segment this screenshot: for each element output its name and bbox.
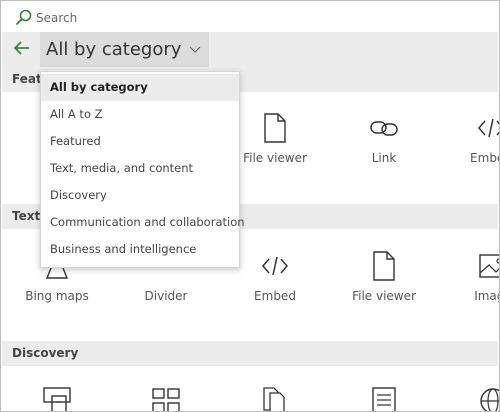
tiles-grid-icon	[152, 388, 180, 411]
embed-code-icon	[478, 118, 499, 138]
back-button[interactable]	[10, 37, 34, 61]
tile-file-viewer[interactable]: File viewer	[225, 113, 325, 165]
category-dropdown[interactable]: All by category	[40, 32, 210, 67]
tile-embed[interactable]: Embed	[225, 251, 325, 303]
toolbox-header: All by category	[2, 32, 498, 67]
dropdown-item-text-media-content[interactable]: Text, media, and content	[41, 155, 239, 182]
tile-news[interactable]	[443, 386, 499, 411]
highlighted-content-icon	[43, 387, 71, 411]
embed-code-icon	[262, 256, 288, 276]
tile-label: Image	[474, 289, 499, 303]
chevron-down-icon	[189, 44, 201, 56]
tile-embed[interactable]: Embed	[441, 113, 499, 165]
tile-label: File viewer	[243, 151, 307, 165]
tile-link[interactable]: Link	[334, 113, 434, 165]
tile-label: Divider	[144, 289, 188, 303]
dropdown-item-communication-collaboration[interactable]: Communication and collaboration	[41, 209, 245, 236]
link-icon	[370, 121, 398, 136]
tile-label: Bing maps	[25, 289, 89, 303]
search-icon	[14, 8, 34, 28]
tile-label: Embed	[470, 151, 499, 165]
tile-file-viewer[interactable]: File viewer	[334, 251, 434, 303]
section-title-discovery: Discovery	[12, 346, 79, 360]
document-icon	[373, 251, 395, 281]
dropdown-item-discovery[interactable]: Discovery	[41, 182, 239, 209]
dropdown-item-all-by-category[interactable]: All by category	[41, 74, 239, 101]
tile-highlighted-content[interactable]	[7, 386, 107, 411]
document-icon	[264, 113, 286, 143]
back-arrow-icon	[13, 40, 31, 59]
tile-label: File viewer	[352, 289, 416, 303]
tile-list[interactable]	[334, 386, 434, 411]
dropdown-item-all-a-to-z[interactable]: All A to Z	[41, 101, 239, 128]
web-part-toolbox: All by category Featured File viewer Lin…	[0, 0, 500, 412]
selected-category-label: All by category	[46, 39, 182, 60]
tile-label: Embed	[254, 289, 296, 303]
globe-icon	[480, 388, 499, 411]
documents-stack-icon	[263, 387, 285, 411]
tile-document-library[interactable]	[225, 386, 325, 411]
image-icon	[479, 254, 499, 278]
search-input[interactable]	[36, 8, 476, 28]
dropdown-item-featured[interactable]: Featured	[41, 128, 239, 155]
list-document-icon	[372, 387, 396, 411]
dropdown-item-business-intelligence[interactable]: Business and intelligence	[41, 236, 239, 263]
tile-image[interactable]: Image	[443, 251, 499, 303]
tile-label: Link	[371, 151, 397, 165]
search-bar	[2, 2, 498, 32]
category-dropdown-menu: All by category All A to Z Featured Text…	[40, 71, 245, 268]
tile-quick-links[interactable]	[116, 386, 216, 411]
